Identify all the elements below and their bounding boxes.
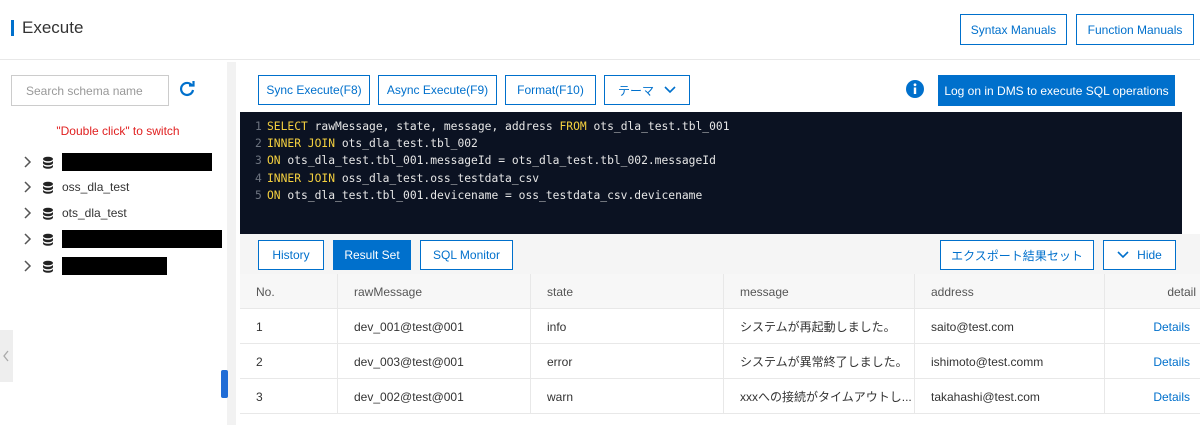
sync-execute-button[interactable]: Sync Execute(F8) [258, 75, 370, 105]
schema-item[interactable] [22, 229, 222, 249]
dms-login-button[interactable]: Log on in DMS to execute SQL operations [938, 75, 1175, 106]
chevron-right-icon[interactable] [22, 156, 34, 168]
editor-line[interactable]: 1 SELECT rawMessage, state, message, addr… [255, 118, 1182, 135]
chevron-right-icon[interactable] [22, 233, 34, 245]
chevron-down-icon [664, 86, 676, 94]
sql-keyword: ON [267, 154, 281, 168]
page-header: Execute Syntax Manuals Function Manuals [0, 0, 1200, 60]
cell-address: ishimoto@test.comm [915, 344, 1105, 379]
line-number: 5 [255, 188, 262, 202]
cell-state: error [531, 344, 724, 379]
sql-text: ots_dla_test.tbl_001.messageId = ots_dla… [280, 154, 716, 168]
cell-no: 3 [240, 379, 338, 414]
chevron-right-icon[interactable] [22, 181, 34, 193]
cell-rawmessage: dev_001@test@001 [338, 309, 531, 344]
line-number: 1 [255, 120, 262, 133]
schema-item[interactable]: ots_dla_test [22, 203, 127, 223]
cell-no: 1 [240, 309, 338, 344]
table-header: No. rawMessage state message address det… [240, 274, 1200, 309]
database-icon [43, 156, 53, 169]
sql-text: rawMessage, state, message, address [307, 120, 560, 133]
sql-keyword: FROM [559, 120, 587, 133]
double-click-hint: "Double click" to switch [56, 124, 180, 138]
format-button[interactable]: Format(F10) [505, 75, 596, 105]
sql-text: oss_dla_test.oss_testdata_csv [335, 171, 540, 185]
cell-message: システムが再起動しました。 [724, 309, 915, 344]
sql-editor[interactable]: 1 SELECT rawMessage, state, message, addr… [240, 112, 1182, 234]
table-row: 2 dev_003@test@001 error システムが異常終了しました。 … [240, 344, 1200, 379]
page-title: Execute [22, 18, 84, 37]
panel-divider[interactable] [227, 62, 236, 425]
cell-message: システムが異常終了しました。 [724, 344, 915, 379]
table-row: 3 dev_002@test@001 warn xxxへの接続がタイムアウトし.… [240, 379, 1200, 414]
cell-rawmessage: dev_002@test@001 [338, 379, 531, 414]
sidebar-collapse-tab[interactable] [0, 330, 13, 382]
refresh-icon[interactable] [178, 80, 196, 98]
column-header[interactable]: state [531, 274, 724, 309]
redacted-schema-name [62, 230, 222, 248]
schema-label: ots_dla_test [62, 206, 127, 220]
sql-text: ots_dla_test.tbl_002 [335, 137, 478, 151]
info-icon[interactable] [906, 80, 924, 98]
database-icon [43, 233, 53, 246]
cell-address: saito@test.com [915, 309, 1105, 344]
async-execute-button[interactable]: Async Execute(F9) [378, 75, 497, 105]
result-table: No. rawMessage state message address det… [240, 274, 1200, 425]
resize-handle[interactable] [221, 370, 228, 398]
tab-history[interactable]: History [258, 240, 324, 270]
column-header[interactable]: detail [1105, 274, 1200, 309]
title-accent-bar [11, 20, 14, 36]
theme-dropdown[interactable]: テーマ [604, 75, 690, 105]
sql-keyword: INNER JOIN [267, 171, 336, 185]
redacted-schema-name [62, 153, 212, 171]
sql-text: ots_dla_test.tbl_001.devicename = oss_te… [280, 188, 703, 202]
column-header[interactable]: rawMessage [338, 274, 531, 309]
schema-item[interactable]: oss_dla_test [22, 177, 129, 197]
cell-rawmessage: dev_003@test@001 [338, 344, 531, 379]
sql-text: ots_dla_test.tbl_001 [586, 120, 730, 133]
chevron-right-icon[interactable] [22, 207, 34, 219]
column-header[interactable]: No. [240, 274, 338, 309]
function-manuals-button[interactable]: Function Manuals [1076, 14, 1194, 45]
sql-keyword: INNER JOIN [267, 137, 336, 151]
database-icon [43, 181, 53, 194]
line-number: 2 [255, 137, 262, 151]
cell-message: xxxへの接続がタイムアウトし... [724, 379, 915, 414]
line-number: 3 [255, 154, 262, 168]
editor-line[interactable]: 3 ON ots_dla_test.tbl_001.messageId = ots… [255, 152, 1182, 169]
cell-no: 2 [240, 344, 338, 379]
column-header[interactable]: message [724, 274, 915, 309]
tab-sql-monitor[interactable]: SQL Monitor [420, 240, 513, 270]
syntax-manuals-button[interactable]: Syntax Manuals [960, 14, 1067, 45]
editor-line[interactable]: 5 ON ots_dla_test.tbl_001.devicename = os… [255, 187, 1182, 204]
editor-line[interactable]: 4 INNER JOIN oss_dla_test.oss_testdata_cs… [255, 170, 1182, 187]
chevron-left-icon[interactable] [0, 330, 13, 382]
export-result-set-button[interactable]: エクスポート結果セット [940, 240, 1094, 270]
schema-item[interactable] [22, 256, 167, 276]
editor-line[interactable]: 2 INNER JOIN ots_dla_test.tbl_002 [255, 135, 1182, 152]
schema-search-input[interactable] [11, 75, 169, 106]
theme-label: テーマ [617, 83, 654, 98]
details-link[interactable]: Details [1105, 309, 1200, 344]
cell-address: takahashi@test.com [915, 379, 1105, 414]
schema-label: oss_dla_test [62, 180, 130, 194]
database-icon [43, 260, 53, 273]
column-header[interactable]: address [915, 274, 1105, 309]
chevron-down-icon [1117, 251, 1129, 259]
hide-button[interactable]: Hide [1103, 240, 1176, 270]
hide-label: Hide [1137, 248, 1162, 262]
tab-result-set[interactable]: Result Set [333, 240, 411, 270]
table-row: 1 dev_001@test@001 info システムが再起動しました。 sa… [240, 309, 1200, 344]
schema-item[interactable] [22, 152, 212, 172]
database-icon [43, 207, 53, 220]
cell-state: info [531, 309, 724, 344]
sql-keyword: ON [267, 188, 281, 202]
cell-state: warn [531, 379, 724, 414]
sql-keyword: SELECT [267, 120, 308, 133]
details-link[interactable]: Details [1105, 379, 1200, 414]
details-link[interactable]: Details [1105, 344, 1200, 379]
line-number: 4 [255, 171, 262, 185]
chevron-right-icon[interactable] [22, 260, 34, 272]
redacted-schema-name [62, 257, 167, 275]
